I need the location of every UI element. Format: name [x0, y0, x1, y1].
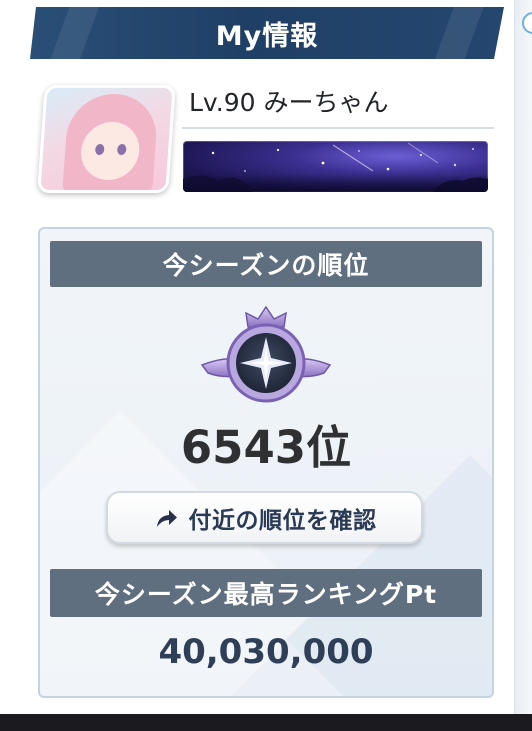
panel-title: My情報: [215, 20, 319, 52]
player-avatar[interactable]: [37, 85, 176, 193]
panel-header: My情報: [30, 7, 504, 59]
season-best-header: 今シーズン最高ランキングPt: [50, 569, 482, 617]
season-best-title: 今シーズン最高ランキングPt: [94, 580, 438, 609]
my-info-panel: My情報 Lv.90 みーちゃん 今シーズンの順位 6543位 付近の順位を確認…: [0, 0, 532, 731]
season-rank-value: 6543位: [180, 421, 352, 474]
season-best-points: 40,030,000: [158, 632, 374, 672]
season-rank-header: 今シーズンの順位: [50, 241, 482, 287]
adjacent-panel-edge: [514, 0, 532, 731]
check-nearby-rank-label: 付近の順位を確認: [188, 507, 377, 534]
season-rank-title: 今シーズンの順位: [162, 251, 370, 280]
player-title-plate[interactable]: [183, 141, 488, 192]
name-divider: [182, 127, 494, 129]
player-level-name: Lv.90 みーちゃん: [189, 88, 389, 117]
rank-emblem-icon: [200, 305, 332, 403]
share-arrow-icon: [156, 509, 177, 527]
title-plate-stars: [183, 142, 488, 192]
check-nearby-rank-button[interactable]: 付近の順位を確認: [106, 491, 423, 544]
bottom-frame-edge: [0, 714, 532, 731]
